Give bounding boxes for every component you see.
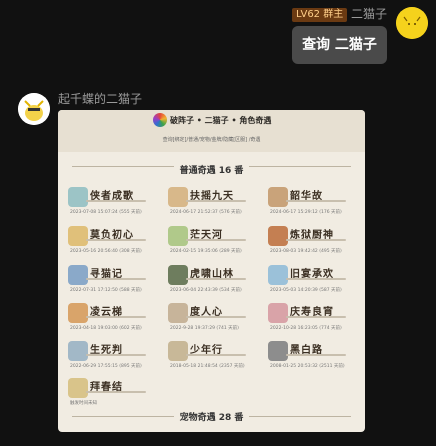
crane-icon — [168, 187, 188, 207]
adventure-item: 庆寿良宵 2022-10-28 16:23:05 (774 天前) — [264, 300, 362, 336]
section-title-normal: 普通奇遇 16 番 — [58, 163, 365, 176]
horse-icon — [68, 187, 88, 207]
youth-icon — [168, 341, 188, 361]
lantern-icon — [268, 303, 288, 323]
adventure-name: 虎啸山林 — [190, 269, 234, 280]
adventure-name: 炼狱厨神 — [290, 230, 334, 241]
adventure-date: 2024-02-15 19:35:06 (289 天前) — [170, 249, 242, 254]
adventure-item: 扶摇九天 2024-06-17 21:52:37 (576 天前) — [164, 184, 262, 220]
sender-name-right: 二猫子 — [351, 7, 388, 21]
adventure-name: 茫天河 — [190, 230, 223, 241]
adventure-item: 黑白路 2008-01-25 20:53:32 (2511 天前) — [264, 338, 362, 374]
adventure-item: 凌云梯 2023-04-18 19:03:00 (602 天前) — [64, 300, 162, 336]
adventure-name: 旧宴承欢 — [290, 269, 334, 280]
adventure-item: 虎啸山林 2023-06-04 22:43:39 (534 天前) — [164, 262, 262, 298]
section-title-pet: 宠物奇遇 28 番 — [58, 410, 365, 423]
tiger-icon — [168, 265, 188, 285]
adventure-date: 2022-06-29 17:55:15 (895 天前) — [70, 364, 142, 369]
adventure-date: 触发时间未知 — [70, 401, 97, 406]
adventure-date: 2023-07-08 15:07:24 (555 天前) — [70, 210, 142, 215]
adventure-card-image[interactable]: 破阵子 • 二猫子 • 角色奇遇 查询[绑定]/普通/宠物/金牌/隐藏[区服] … — [58, 110, 365, 432]
adventure-date: 2024-06-17 21:52:37 (576 天前) — [170, 210, 242, 215]
adventure-item: 莫负初心 2023-05-16 20:56:40 (308 天前) — [64, 223, 162, 259]
adventure-name: 寻猫记 — [90, 269, 123, 280]
monk-icon — [168, 303, 188, 323]
card-title: 破阵子 • 二猫子 • 角色奇遇 — [170, 116, 272, 125]
spring-icon — [68, 378, 88, 398]
adventure-item: 寻猫记 2022-07-31 17:12:50 (588 天前) — [64, 262, 162, 298]
adventure-date: 2018-05-18 21:48:54 (2357 天前) — [170, 364, 245, 369]
river-icon — [168, 226, 188, 246]
sender-name-left: 起千蝶的二猫子 — [58, 92, 143, 106]
card-subtitle: 查询[绑定]/普通/宠物/金牌/隐藏[区服] /奇遇 — [162, 137, 261, 143]
adventure-item: 韶华故 2024-06-17 15:29:12 (176 天前) — [264, 184, 362, 220]
cat-avatar-icon — [396, 7, 428, 39]
adventure-name: 黑白路 — [290, 345, 323, 356]
adventure-name: 凌云梯 — [90, 307, 123, 318]
message-bubble-right[interactable]: 查询 二猫子 — [292, 26, 387, 64]
adventure-date: 2023-05-16 20:56:40 (308 天前) — [70, 249, 142, 254]
adventure-name: 度人心 — [190, 307, 223, 318]
adventure-name: 庆寿良宵 — [290, 307, 334, 318]
adventure-date: 2022-07-31 17:12:50 (588 天前) — [70, 288, 142, 293]
bot-avatar-icon — [18, 93, 50, 125]
adventure-item: 旧宴承欢 2023-05-03 14:20:39 (587 天前) — [264, 262, 362, 298]
adventure-name: 莫负初心 — [90, 230, 134, 241]
adventure-date: 2023-08-03 19:42:42 (495 天前) — [270, 249, 342, 254]
ladder-icon — [68, 303, 88, 323]
judge-icon — [68, 341, 88, 361]
adventure-item: 度人心 2022-9-28 19:37:29 (741 天前) — [164, 300, 262, 336]
adventure-name: 侠者成歌 — [90, 191, 134, 202]
avatar-left[interactable] — [18, 93, 50, 125]
cat-icon — [68, 265, 88, 285]
adventure-name: 生死判 — [90, 345, 123, 356]
adventure-item: 茫天河 2024-02-15 19:35:06 (289 天前) — [164, 223, 262, 259]
adventure-date: 2022-9-28 19:37:29 (741 天前) — [170, 326, 239, 331]
adventure-item: 侠者成歌 2023-07-08 15:07:24 (555 天前) — [64, 184, 162, 220]
group-owner-badge: LV62 群主 — [292, 8, 348, 22]
adventure-item: 少年行 2018-05-18 21:48:54 (2357 天前) — [164, 338, 262, 374]
adventure-date: 2023-04-18 19:03:00 (602 天前) — [70, 326, 142, 331]
adventure-item: 拜春结触发时间未知 — [64, 375, 162, 411]
avatar-right[interactable] — [396, 7, 428, 39]
adventure-date: 2024-06-17 15:29:12 (176 天前) — [270, 210, 342, 215]
adventure-item: 炼狱厨神 2023-08-03 19:42:42 (495 天前) — [264, 223, 362, 259]
banquet-icon — [268, 265, 288, 285]
adventure-date: 2023-06-04 22:43:39 (534 天前) — [170, 288, 242, 293]
adventure-date: 2008-01-25 20:53:32 (2511 天前) — [270, 364, 345, 369]
adventure-name: 扶摇九天 — [190, 191, 234, 202]
adventure-name: 少年行 — [190, 345, 223, 356]
scroll-icon — [268, 187, 288, 207]
pot-icon — [268, 226, 288, 246]
adventure-date: 2023-05-03 14:20:39 (587 天前) — [270, 288, 342, 293]
adventure-item: 生死判 2022-06-29 17:55:15 (895 天前) — [64, 338, 162, 374]
adventure-date: 2022-10-28 16:23:05 (774 天前) — [270, 326, 342, 331]
adventure-name: 拜春结 — [90, 382, 123, 393]
blossom-icon — [68, 226, 88, 246]
adventure-name: 韶华故 — [290, 191, 323, 202]
game-logo-icon — [153, 113, 167, 127]
chess-icon — [268, 341, 288, 361]
